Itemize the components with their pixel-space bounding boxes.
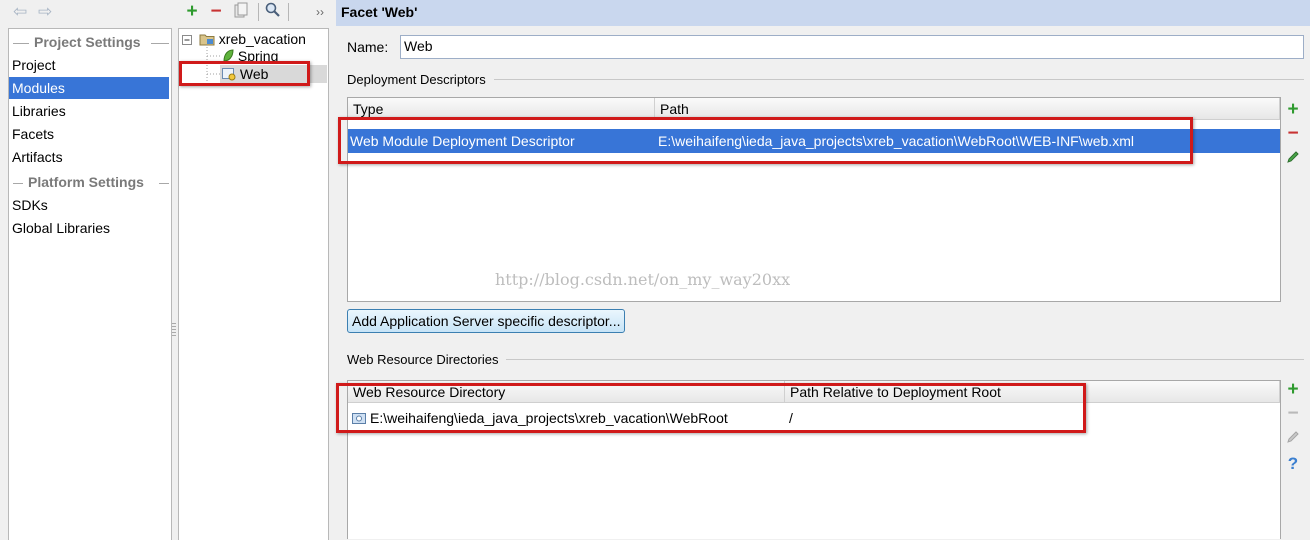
sidebar-item-facets[interactable]: Facets	[9, 123, 169, 145]
name-field[interactable]: Web	[400, 35, 1304, 59]
module-folder-icon	[199, 34, 215, 46]
collapse-icon[interactable]	[182, 35, 192, 45]
sidebar-item-artifacts[interactable]: Artifacts	[9, 146, 169, 168]
tree-node-label: xreb_vacation	[218, 31, 306, 47]
section-divider	[494, 79, 1304, 80]
page-title: Facet 'Web'	[341, 4, 418, 20]
section-divider	[506, 359, 1304, 360]
add-server-descriptor-button[interactable]: Add Application Server specific descript…	[347, 309, 626, 333]
edit-resource-icon[interactable]	[1284, 430, 1302, 448]
remove-resource-icon[interactable]: −	[1284, 404, 1302, 423]
help-icon[interactable]: ?	[1284, 455, 1302, 473]
add-resource-icon[interactable]: +	[1284, 380, 1302, 399]
sidebar-item-libraries[interactable]: Libraries	[9, 100, 169, 122]
section-title-resources: Web Resource Directories	[347, 352, 505, 367]
group-title: Platform Settings	[28, 174, 144, 190]
sidebar-item-sdks[interactable]: SDKs	[9, 194, 169, 216]
copy-icon[interactable]	[231, 2, 251, 22]
edit-descriptor-icon[interactable]	[1284, 150, 1302, 168]
add-descriptor-icon[interactable]: +	[1284, 100, 1302, 119]
highlight-box	[179, 61, 310, 86]
remove-icon[interactable]: −	[206, 2, 226, 22]
splitter-handle[interactable]	[172, 323, 176, 337]
group-header-project-settings: Project Settings	[9, 33, 171, 53]
sidebar-item-global-libraries[interactable]: Global Libraries	[9, 217, 169, 239]
arrow-left-icon[interactable]: ⇦	[13, 3, 27, 21]
toolbar-separator	[258, 3, 259, 21]
highlight-box	[336, 383, 1086, 433]
name-label: Name:	[347, 39, 389, 55]
settings-sidebar: Project Settings Project Modules Librari…	[8, 28, 172, 540]
facet-header: Facet 'Web'	[336, 0, 1310, 26]
search-icon[interactable]	[263, 2, 283, 22]
tree-node-root[interactable]: xreb_vacation	[182, 30, 306, 48]
watermark: http://blog.csdn.net/on_my_way20xx	[495, 270, 791, 289]
section-title-deployment: Deployment Descriptors	[347, 72, 492, 87]
remove-descriptor-icon[interactable]: −	[1284, 124, 1302, 143]
module-toolbar: + − ››	[178, 0, 330, 26]
module-tree: xreb_vacation Spring Web	[178, 28, 329, 540]
highlight-box	[338, 117, 1193, 164]
left-toolbar: ⇦ ⇨	[0, 0, 172, 26]
arrow-right-icon[interactable]: ⇨	[38, 3, 52, 21]
sidebar-item-project[interactable]: Project	[9, 54, 169, 76]
sidebar-item-modules[interactable]: Modules	[9, 77, 169, 99]
toolbar-separator	[288, 3, 289, 21]
more-icon[interactable]: ››	[310, 2, 330, 22]
group-title: Project Settings	[34, 34, 141, 50]
group-header-platform-settings: Platform Settings	[9, 173, 171, 193]
add-icon[interactable]: +	[182, 2, 202, 22]
